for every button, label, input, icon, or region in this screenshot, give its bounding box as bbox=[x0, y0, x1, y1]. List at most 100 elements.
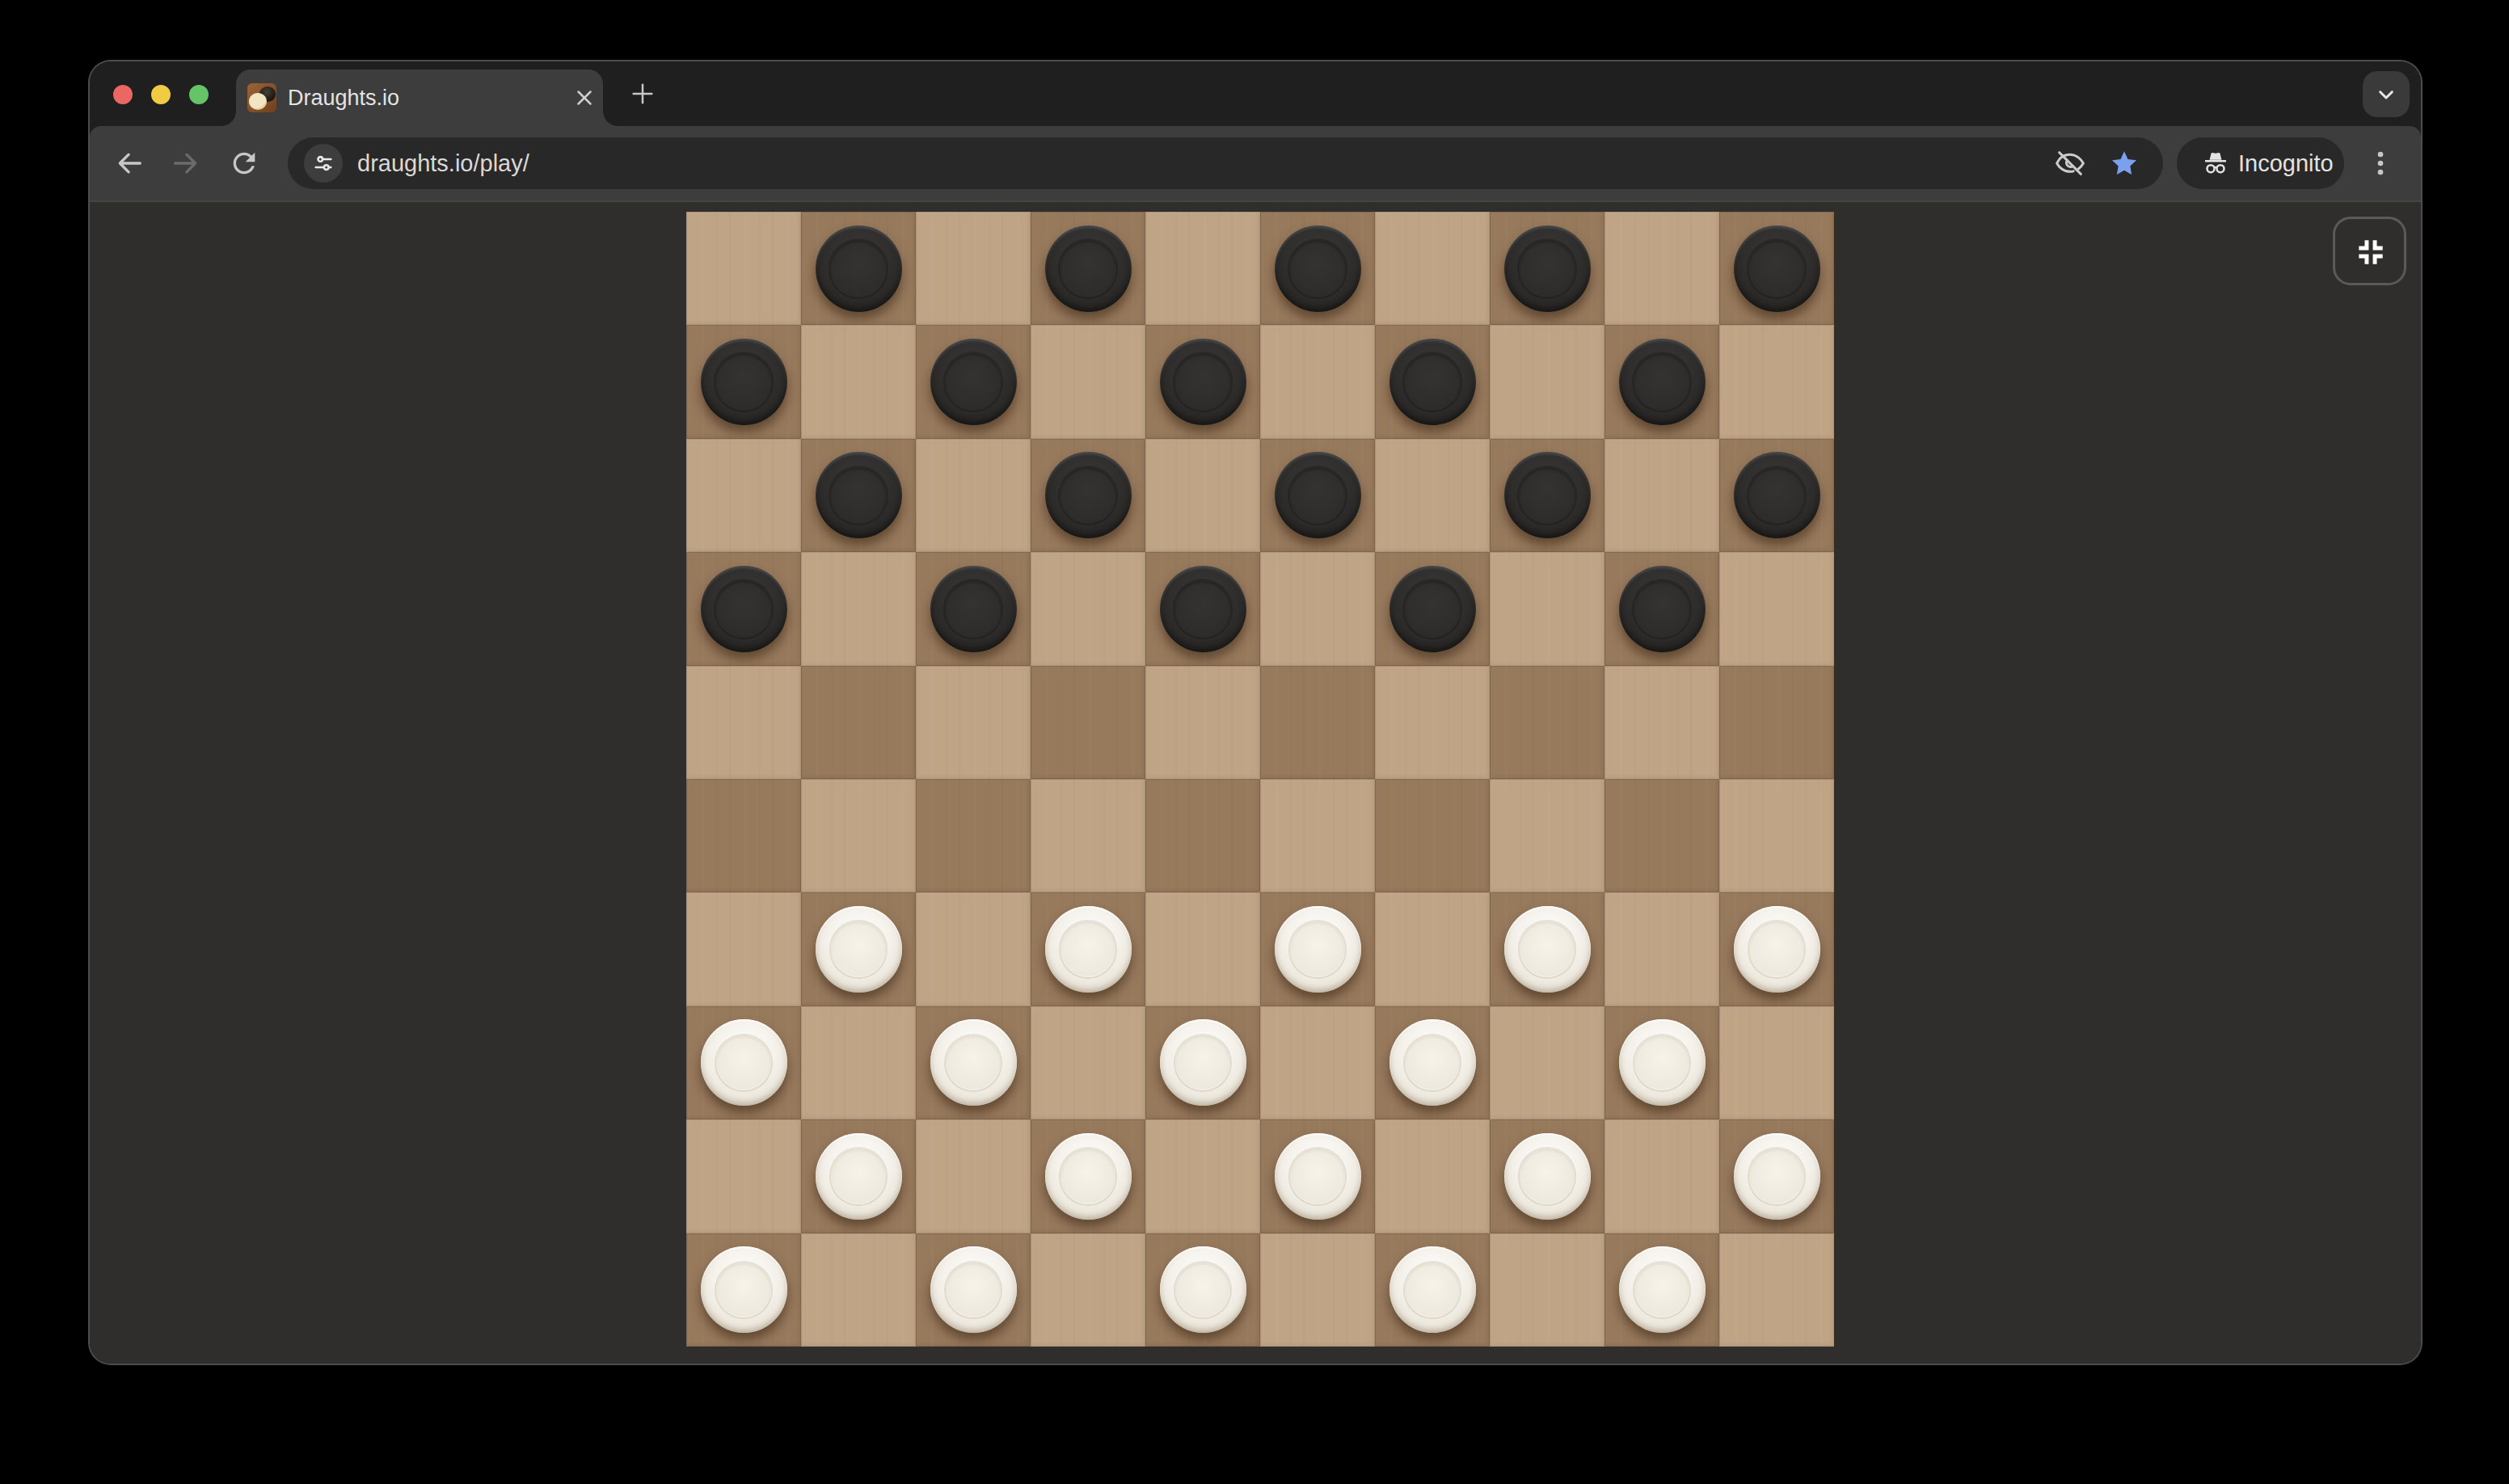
board-square[interactable] bbox=[1604, 1233, 1719, 1347]
board-square[interactable] bbox=[916, 325, 1031, 438]
board-square[interactable] bbox=[1375, 1006, 1490, 1119]
board-square[interactable] bbox=[1260, 212, 1375, 325]
piece-white[interactable] bbox=[816, 906, 902, 993]
piece-dark[interactable] bbox=[1389, 566, 1476, 652]
piece-dark[interactable] bbox=[1619, 339, 1706, 425]
traffic-light-zoom[interactable] bbox=[189, 85, 209, 104]
board-square[interactable] bbox=[1375, 779, 1490, 892]
piece-white[interactable] bbox=[1045, 906, 1132, 993]
board-square[interactable] bbox=[801, 1119, 916, 1233]
piece-dark[interactable] bbox=[1504, 226, 1591, 312]
piece-white[interactable] bbox=[1734, 906, 1820, 993]
board-square[interactable] bbox=[1260, 666, 1375, 779]
board-square[interactable] bbox=[1031, 439, 1145, 552]
board-square[interactable] bbox=[1719, 439, 1834, 552]
board-square[interactable] bbox=[801, 892, 916, 1005]
board-square[interactable] bbox=[1490, 212, 1604, 325]
board-square[interactable] bbox=[1719, 212, 1834, 325]
piece-dark[interactable] bbox=[701, 339, 787, 425]
board-square[interactable] bbox=[1490, 1119, 1604, 1233]
board-square[interactable] bbox=[1260, 892, 1375, 1005]
piece-white[interactable] bbox=[1504, 1133, 1591, 1220]
board-square[interactable] bbox=[1375, 325, 1490, 438]
piece-dark[interactable] bbox=[1734, 452, 1820, 538]
board-square[interactable] bbox=[1604, 552, 1719, 665]
bookmark-star-icon[interactable] bbox=[2108, 147, 2140, 179]
piece-white[interactable] bbox=[1504, 906, 1591, 993]
piece-white[interactable] bbox=[816, 1133, 902, 1220]
traffic-light-close[interactable] bbox=[113, 85, 133, 104]
board-square[interactable] bbox=[1145, 1006, 1260, 1119]
board-square[interactable] bbox=[1719, 892, 1834, 1005]
board-square[interactable] bbox=[916, 1006, 1031, 1119]
piece-dark[interactable] bbox=[1160, 566, 1246, 652]
board-square[interactable] bbox=[1145, 779, 1260, 892]
piece-dark[interactable] bbox=[1275, 226, 1361, 312]
board-square[interactable] bbox=[1031, 212, 1145, 325]
site-info-button[interactable] bbox=[304, 144, 343, 183]
board-square[interactable] bbox=[1375, 552, 1490, 665]
piece-white[interactable] bbox=[930, 1246, 1017, 1333]
piece-white[interactable] bbox=[1734, 1133, 1820, 1220]
board-square[interactable] bbox=[686, 325, 801, 438]
board-square[interactable] bbox=[916, 1233, 1031, 1347]
piece-dark[interactable] bbox=[816, 452, 902, 538]
tab-search-chevron-button[interactable] bbox=[2363, 71, 2410, 117]
board-square[interactable] bbox=[1031, 892, 1145, 1005]
piece-dark[interactable] bbox=[1734, 226, 1820, 312]
eye-off-icon[interactable] bbox=[2054, 147, 2086, 179]
board-square[interactable] bbox=[686, 1006, 801, 1119]
piece-white[interactable] bbox=[701, 1246, 787, 1333]
board-square[interactable] bbox=[1604, 325, 1719, 438]
new-tab-button[interactable] bbox=[620, 71, 665, 116]
piece-dark[interactable] bbox=[1160, 339, 1246, 425]
board-square[interactable] bbox=[916, 779, 1031, 892]
back-button[interactable] bbox=[113, 147, 145, 179]
piece-dark[interactable] bbox=[930, 339, 1017, 425]
piece-dark[interactable] bbox=[1275, 452, 1361, 538]
board-square[interactable] bbox=[801, 212, 916, 325]
piece-dark[interactable] bbox=[1504, 452, 1591, 538]
board-square[interactable] bbox=[1031, 1119, 1145, 1233]
exit-fullscreen-button[interactable] bbox=[2333, 217, 2406, 285]
board-square[interactable] bbox=[1031, 666, 1145, 779]
piece-white[interactable] bbox=[1275, 906, 1361, 993]
traffic-light-minimize[interactable] bbox=[151, 85, 171, 104]
board-square[interactable] bbox=[686, 779, 801, 892]
reload-button[interactable] bbox=[228, 147, 260, 179]
board-square[interactable] bbox=[1490, 892, 1604, 1005]
board-square[interactable] bbox=[686, 552, 801, 665]
piece-white[interactable] bbox=[1275, 1133, 1361, 1220]
piece-white[interactable] bbox=[1389, 1246, 1476, 1333]
board-square[interactable] bbox=[1145, 1233, 1260, 1347]
piece-dark[interactable] bbox=[930, 566, 1017, 652]
address-bar[interactable]: draughts.io/play/ bbox=[288, 137, 2163, 189]
menu-three-dots-button[interactable] bbox=[2364, 147, 2397, 179]
piece-white[interactable] bbox=[1619, 1246, 1706, 1333]
board-square[interactable] bbox=[1145, 552, 1260, 665]
board-square[interactable] bbox=[1490, 666, 1604, 779]
board-square[interactable] bbox=[916, 552, 1031, 665]
piece-white[interactable] bbox=[1045, 1133, 1132, 1220]
piece-white[interactable] bbox=[1619, 1019, 1706, 1106]
board-square[interactable] bbox=[801, 439, 916, 552]
piece-white[interactable] bbox=[1389, 1019, 1476, 1106]
board-square[interactable] bbox=[1604, 779, 1719, 892]
board-square[interactable] bbox=[1260, 439, 1375, 552]
piece-white[interactable] bbox=[930, 1019, 1017, 1106]
board-square[interactable] bbox=[1719, 1119, 1834, 1233]
board-square[interactable] bbox=[686, 1233, 801, 1347]
board-square[interactable] bbox=[1375, 1233, 1490, 1347]
browser-tab[interactable]: Draughts.io bbox=[236, 70, 603, 126]
piece-dark[interactable] bbox=[1389, 339, 1476, 425]
piece-white[interactable] bbox=[701, 1019, 787, 1106]
piece-white[interactable] bbox=[1160, 1019, 1246, 1106]
board-square[interactable] bbox=[1145, 325, 1260, 438]
forward-button[interactable] bbox=[170, 147, 202, 179]
piece-dark[interactable] bbox=[1045, 452, 1132, 538]
board-square[interactable] bbox=[1260, 1119, 1375, 1233]
board-square[interactable] bbox=[1604, 1006, 1719, 1119]
piece-dark[interactable] bbox=[816, 226, 902, 312]
piece-dark[interactable] bbox=[701, 566, 787, 652]
piece-dark[interactable] bbox=[1619, 566, 1706, 652]
